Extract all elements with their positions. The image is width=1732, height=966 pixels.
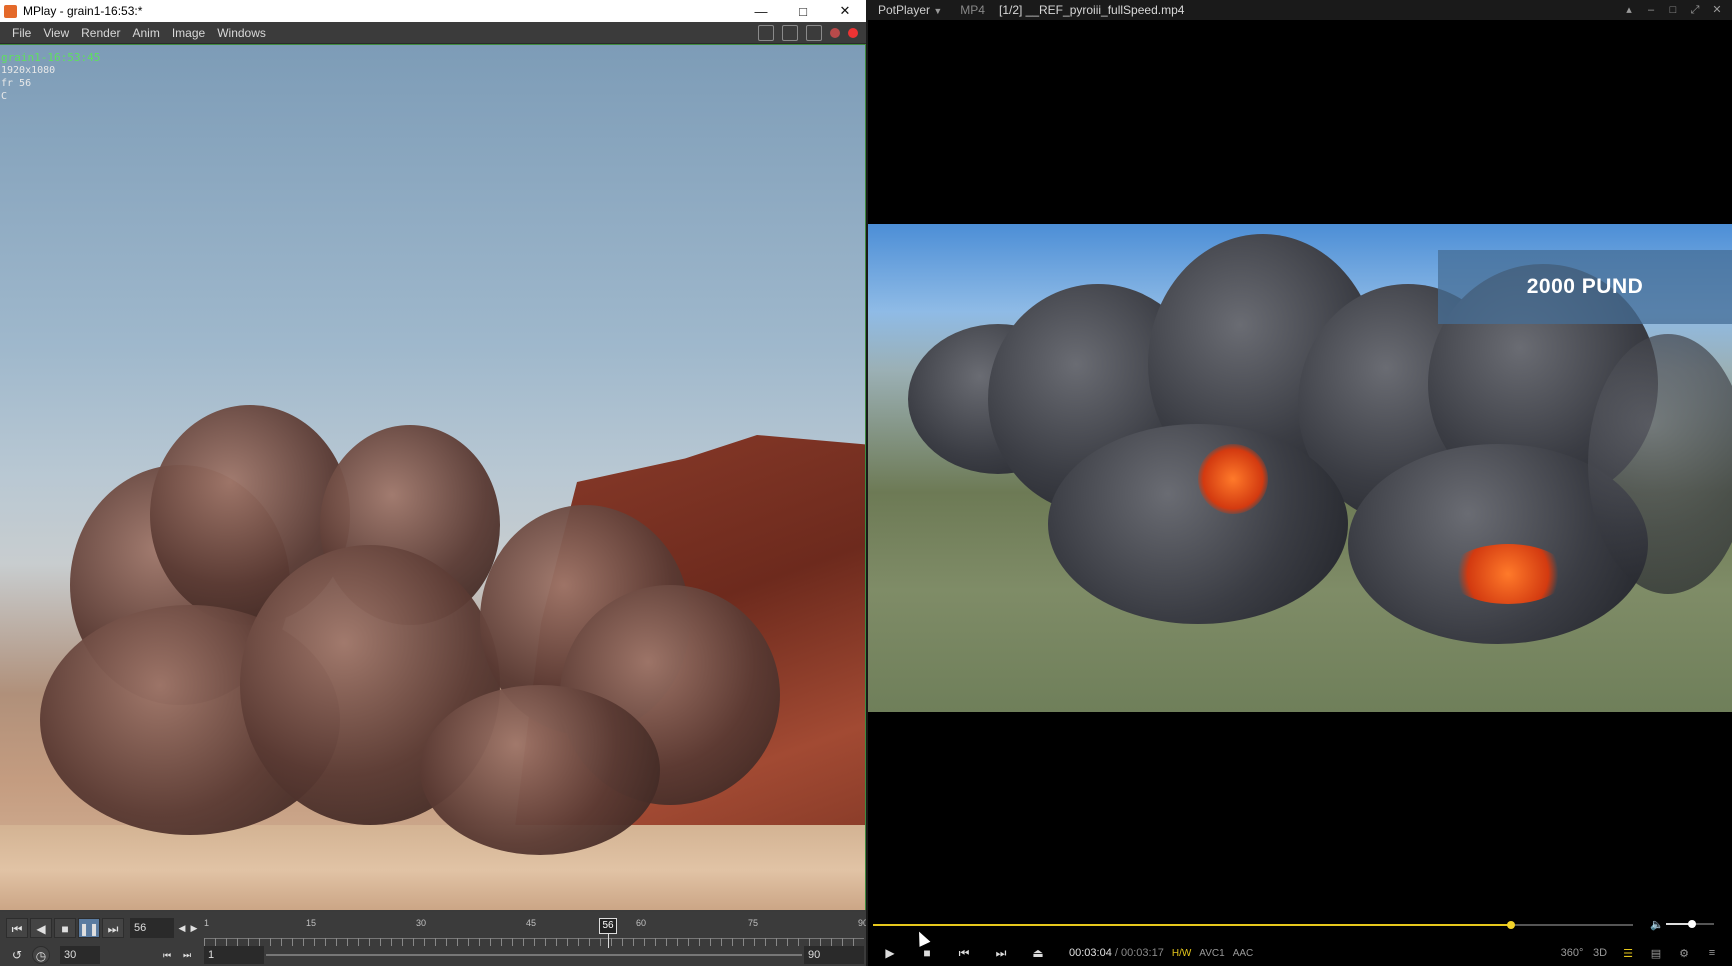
- mplay-timeline: ⏮ ◀ ■ ❚❚ ⏭ 56 ◀ ▶ 1 15 30 45 60 75 90 56…: [0, 912, 868, 966]
- playlist-search-icon[interactable]: ☰: [1614, 947, 1642, 960]
- render-channel: C: [1, 91, 8, 102]
- tick-label: 60: [636, 918, 647, 928]
- tick-label: 45: [526, 918, 537, 928]
- play-icon[interactable]: ▶: [879, 942, 901, 964]
- range-end-icon[interactable]: ⏭: [180, 946, 194, 964]
- fit-view-icon[interactable]: [758, 25, 774, 41]
- eject-icon[interactable]: ⏏: [1027, 942, 1049, 964]
- vr-360-button[interactable]: 360°: [1558, 947, 1586, 959]
- maximize-icon[interactable]: □: [1662, 0, 1684, 20]
- dust-cloud-part: [420, 685, 660, 855]
- volume-knob[interactable]: [1688, 920, 1697, 928]
- potplayer-window-buttons: ▴ – □ ⤢ ✕: [1618, 0, 1728, 20]
- media-filename: [1/2] __REF_pyroiii_fullSpeed.mp4: [998, 3, 1185, 17]
- fps-field[interactable]: 30: [60, 946, 100, 964]
- range-start-icon[interactable]: ⏮: [160, 946, 174, 964]
- potplayer-menu-button[interactable]: PotPlayer ▼: [878, 3, 942, 17]
- stereo-3d-button[interactable]: 3D: [1586, 947, 1614, 959]
- video-caption: 2000 PUND: [1438, 250, 1732, 324]
- range-end-field[interactable]: 90: [804, 946, 864, 964]
- mplay-titlebar[interactable]: MPlay - grain1-16:53:* — □ ✕: [0, 0, 866, 22]
- fire-glow: [1448, 544, 1568, 604]
- media-format: MP4: [960, 3, 985, 17]
- record-icon[interactable]: [848, 28, 858, 38]
- previous-icon[interactable]: ⏮: [953, 942, 975, 964]
- time-display: 00:03:04 / 00:03:17: [1069, 947, 1164, 959]
- close-icon[interactable]: ✕: [824, 0, 866, 22]
- menu-view[interactable]: View: [37, 22, 75, 44]
- sand-ground: [0, 825, 865, 910]
- mplay-menubar: File View Render Anim Image Windows: [0, 22, 866, 44]
- snapshot-icon[interactable]: [782, 25, 798, 41]
- tick-label: 75: [748, 918, 759, 928]
- render-resolution: 1920x1080: [1, 65, 56, 76]
- houdini-app-icon: [4, 4, 17, 18]
- fullscreen-icon[interactable]: ⤢: [1684, 0, 1706, 20]
- video-codec-badge[interactable]: AVC1: [1199, 948, 1224, 959]
- fire-glow: [1198, 444, 1268, 514]
- close-icon[interactable]: ✕: [1706, 0, 1728, 20]
- jump-end-icon[interactable]: ⏭: [102, 918, 124, 938]
- extra-controls: 360° 3D ☰ ▤ ⚙ ≡: [1558, 940, 1726, 966]
- render-frame: fr 56: [1, 78, 32, 89]
- menu-render[interactable]: Render: [75, 22, 126, 44]
- menu-anim[interactable]: Anim: [127, 22, 166, 44]
- play-reverse-icon[interactable]: ◀: [30, 918, 52, 938]
- potplayer-app-name: PotPlayer: [878, 3, 931, 17]
- stop-icon[interactable]: ■: [54, 918, 76, 938]
- pause-icon[interactable]: ❚❚: [78, 918, 100, 938]
- minimize-icon[interactable]: –: [1640, 0, 1662, 20]
- time-total: 00:03:17: [1121, 947, 1164, 959]
- mplay-window-title: MPlay - grain1-16:53:*: [23, 4, 143, 18]
- playback-controls: ▶ ■ ⏮ ⏭ ⏏ 00:03:04 / 00:03:17 H/W AVC1 A…: [868, 940, 1732, 966]
- frame-cursor[interactable]: 56: [599, 918, 617, 934]
- step-forward-icon[interactable]: ▶: [188, 918, 200, 938]
- seek-bar[interactable]: [873, 921, 1633, 929]
- settings-gear-icon[interactable]: ⚙: [1670, 947, 1698, 960]
- seek-fill: [873, 924, 1512, 926]
- tick-label: 1: [204, 918, 210, 928]
- volume-slider[interactable]: [1666, 920, 1714, 928]
- render-info-overlay: grain1-16:53:45 1920x1080 fr 56 C: [1, 51, 100, 103]
- potplayer-window: PotPlayer ▼ MP4 [1/2] __REF_pyroiii_full…: [868, 0, 1732, 966]
- menu-image[interactable]: Image: [166, 22, 211, 44]
- time-separator: /: [1114, 947, 1118, 959]
- pin-icon[interactable]: [806, 25, 822, 41]
- mplay-toolbar: [758, 25, 858, 41]
- menu-file[interactable]: File: [0, 22, 37, 44]
- desktop: MPlay - grain1-16:53:* — □ ✕ File View R…: [0, 0, 1732, 966]
- video-frame[interactable]: 2000 PUND: [868, 224, 1732, 712]
- realtime-clock-icon[interactable]: ◷: [32, 946, 50, 964]
- minimize-icon[interactable]: —: [740, 0, 782, 22]
- range-start-field[interactable]: 1: [204, 946, 264, 964]
- mplay-window: MPlay - grain1-16:53:* — □ ✕ File View R…: [0, 0, 868, 966]
- tick-label: 30: [416, 918, 427, 928]
- jump-start-icon[interactable]: ⏮: [6, 918, 28, 938]
- time-current: 00:03:04: [1069, 947, 1112, 959]
- menu-windows[interactable]: Windows: [211, 22, 272, 44]
- maximize-icon[interactable]: □: [782, 0, 824, 22]
- speaker-icon[interactable]: 🔈: [1650, 918, 1666, 931]
- seek-knob[interactable]: [1507, 921, 1516, 929]
- chevron-down-icon: ▼: [933, 6, 943, 16]
- menu-hamburger-icon[interactable]: ≡: [1698, 947, 1726, 959]
- range-slider[interactable]: [266, 954, 802, 956]
- subtitle-icon[interactable]: ▤: [1642, 947, 1670, 960]
- tick-label: 15: [306, 918, 317, 928]
- potplayer-titlebar[interactable]: PotPlayer ▼ MP4 [1/2] __REF_pyroiii_full…: [868, 0, 1732, 20]
- audio-codec-badge[interactable]: AAC: [1233, 948, 1254, 959]
- render-name: grain1-16:53:45: [1, 51, 101, 64]
- current-frame-field[interactable]: 56: [130, 918, 174, 938]
- mplay-viewport[interactable]: grain1-16:53:45 1920x1080 fr 56 C: [0, 44, 866, 910]
- smoke-cloud-part: [1048, 424, 1348, 624]
- next-icon[interactable]: ⏭: [990, 942, 1012, 964]
- render-stop-icon[interactable]: [830, 28, 840, 38]
- loop-icon[interactable]: ↺: [6, 946, 28, 964]
- hw-decoder-badge[interactable]: H/W: [1172, 948, 1191, 959]
- pin-icon[interactable]: ▴: [1618, 0, 1640, 20]
- step-back-icon[interactable]: ◀: [176, 918, 188, 938]
- volume-control: 🔈: [1650, 917, 1720, 931]
